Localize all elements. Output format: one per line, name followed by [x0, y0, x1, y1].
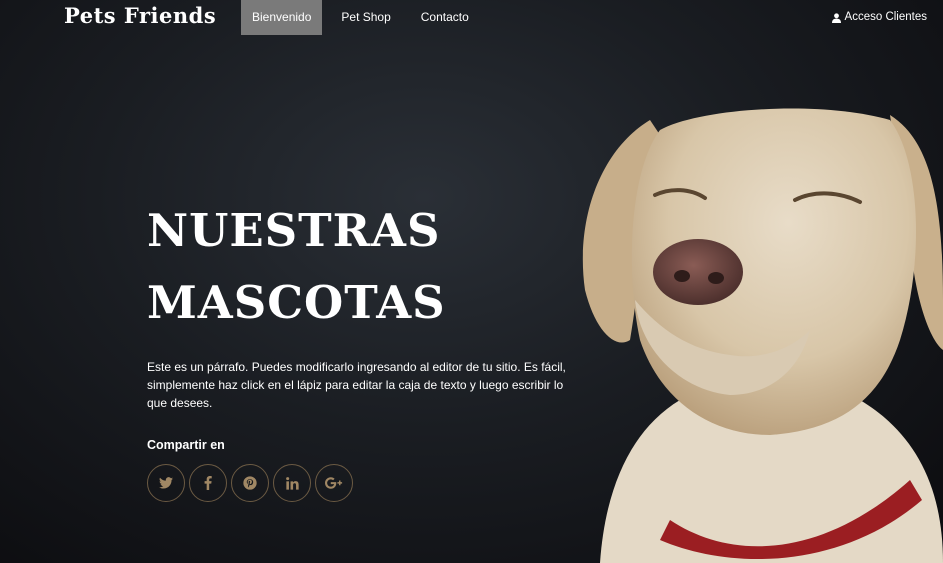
client-access-link[interactable]: Acceso Clientes	[831, 0, 927, 35]
labrador-dog-photo	[582, 108, 943, 563]
hero-title: NUESTRAS MASCOTAS	[147, 195, 577, 339]
menu-item-contacto[interactable]: Contacto	[410, 0, 480, 35]
top-navigation: Pets Friends Bienvenido Pet Shop Contact…	[0, 0, 943, 35]
twitter-icon	[159, 477, 173, 489]
facebook-icon	[204, 476, 212, 490]
google-plus-button[interactable]	[315, 464, 353, 502]
hero-content: NUESTRAS MASCOTAS Este es un párrafo. Pu…	[147, 195, 577, 502]
twitter-button[interactable]	[147, 464, 185, 502]
menu-item-pet-shop[interactable]: Pet Shop	[330, 0, 401, 35]
menu-item-bienvenido[interactable]: Bienvenido	[241, 0, 323, 35]
site-logo[interactable]: Pets Friends	[64, 3, 216, 28]
hero-title-line2: MASCOTAS	[147, 276, 446, 329]
share-label: Compartir en	[147, 438, 225, 452]
pinterest-button[interactable]	[231, 464, 269, 502]
hero-paragraph: Este es un párrafo. Puedes modificarlo i…	[147, 360, 566, 410]
facebook-button[interactable]	[189, 464, 227, 502]
linkedin-button[interactable]	[273, 464, 311, 502]
hero-title-line1: NUESTRAS	[147, 204, 441, 257]
client-access-label: Acceso Clientes	[844, 11, 927, 23]
pinterest-icon	[243, 476, 257, 490]
user-icon	[831, 12, 841, 23]
linkedin-icon	[285, 476, 299, 490]
social-share-buttons	[147, 464, 577, 502]
google-plus-icon	[325, 477, 343, 489]
main-menu: Bienvenido Pet Shop Contacto	[241, 0, 488, 35]
